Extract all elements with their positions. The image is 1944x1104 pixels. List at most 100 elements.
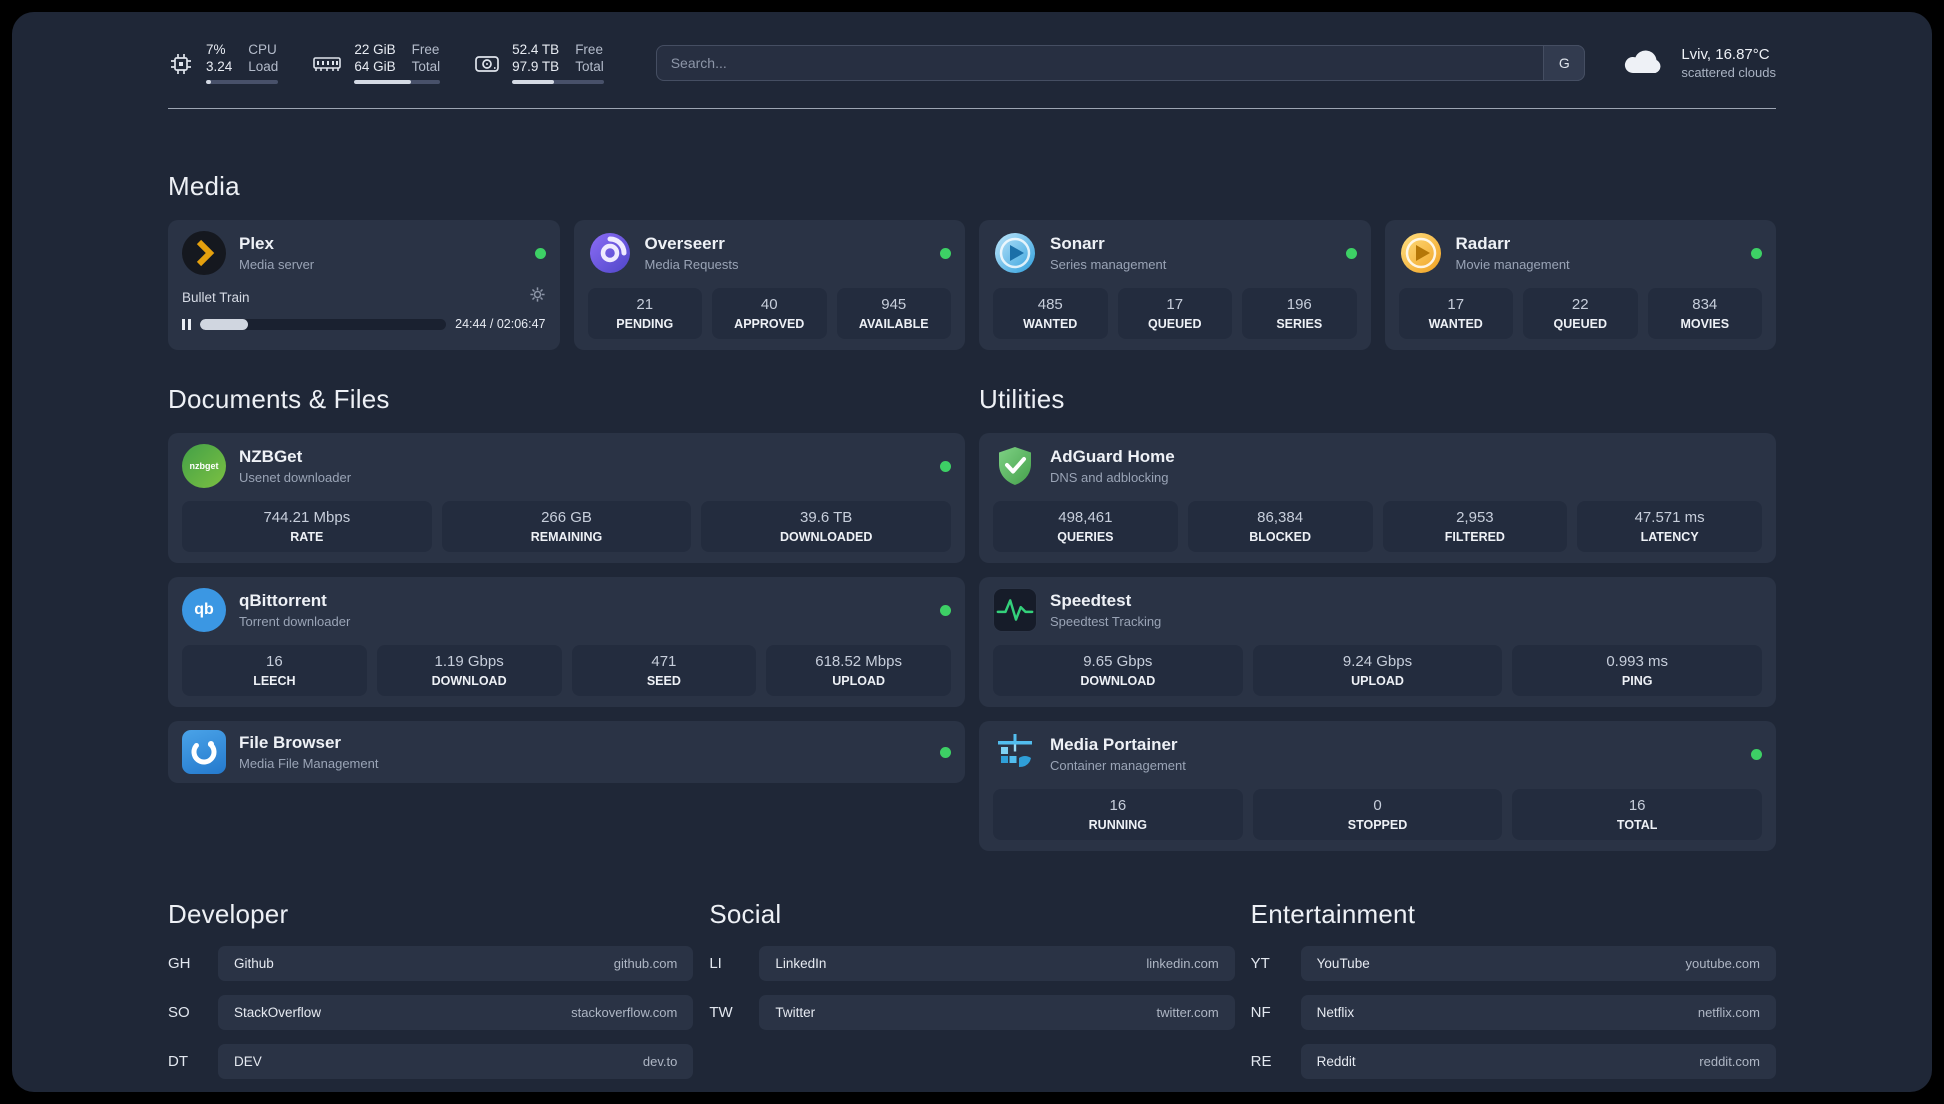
app-name: Media Portainer <box>1050 735 1178 754</box>
cpu-load: 3.24 <box>206 59 233 74</box>
stat-tile: 744.21 Mbps RATE <box>182 501 432 552</box>
bookmark-dev[interactable]: DEV dev.to <box>218 1044 694 1079</box>
section-title-developer: Developer <box>168 899 289 929</box>
app-card-overseerr[interactable]: Overseerr Media Requests 21 PENDING 40 APP… <box>573 220 965 350</box>
plex-icon <box>182 231 226 275</box>
memory-icon <box>312 42 342 84</box>
dashboard: 7% CPU 3.24 Load 22 GiB Free 64 GiB Tota… <box>12 12 1932 1092</box>
app-card-filebrowser[interactable]: File Browser Media File Management <box>168 721 965 783</box>
status-dot <box>940 604 951 616</box>
app-subtitle: Media Requests <box>644 257 739 272</box>
filebrowser-icon <box>182 730 226 774</box>
app-name: Plex <box>239 234 274 253</box>
bookmark-youtube[interactable]: YouTube youtube.com <box>1300 946 1776 981</box>
playback-progress <box>200 318 447 330</box>
bookmark-abbr: LI <box>709 955 722 972</box>
topbar: 7% CPU 3.24 Load 22 GiB Free 64 GiB Tota… <box>168 42 1776 84</box>
media-grid: Plex Media server Bullet Train 24:44 / 0… <box>168 220 1776 350</box>
bookmark-abbr: NF <box>1250 1004 1271 1021</box>
bookmark-abbr: GH <box>168 955 191 972</box>
stat-tile: 196 SERIES <box>1242 288 1357 339</box>
app-card-radarr[interactable]: Radarr Movie management 17 WANTED 22 QUEUE… <box>1384 220 1776 350</box>
radarr-icon <box>1399 231 1443 275</box>
stat-tile: 16 LEECH <box>182 645 367 696</box>
app-subtitle: Container management <box>1050 758 1186 773</box>
memory-total-label: Total <box>411 59 441 74</box>
app-subtitle: Speedtest Tracking <box>1050 614 1162 629</box>
search-provider-button[interactable]: G <box>1543 45 1586 81</box>
pause-icon[interactable] <box>182 318 191 330</box>
bookmark-netflix[interactable]: Netflix netflix.com <box>1300 995 1776 1030</box>
search-bar: G <box>655 45 1586 81</box>
bookmark-abbr: YT <box>1250 955 1270 972</box>
qbittorrent-icon: qb <box>182 588 226 632</box>
stat-tile: 945 AVAILABLE <box>836 288 951 339</box>
cpu-usage: 7% <box>206 42 226 57</box>
overseerr-icon <box>588 231 632 275</box>
now-playing-title: Bullet Train <box>182 289 250 305</box>
stat-tile: 471 SEED <box>571 645 757 696</box>
app-name: NZBGet <box>239 447 303 466</box>
app-card-portainer[interactable]: Media Portainer Container management 16 R… <box>979 721 1776 851</box>
app-card-qbittorrent[interactable]: qb qBittorrent Torrent downloader 16 LEEC… <box>168 577 965 707</box>
disk-free-label: Free <box>575 42 603 57</box>
bookmark-abbr: TW <box>709 1004 733 1021</box>
search-input[interactable] <box>655 45 1586 81</box>
stat-tile: 9.65 Gbps DOWNLOAD <box>993 645 1243 696</box>
memory-total: 64 GiB <box>354 59 396 74</box>
memory-bar <box>354 80 441 84</box>
status-dot <box>1345 247 1357 259</box>
status-dot <box>940 247 951 259</box>
bookmark-github[interactable]: Github github.com <box>218 946 694 981</box>
stat-tile: 17 WANTED <box>1398 288 1513 339</box>
memory-free-label: Free <box>411 42 440 57</box>
section-title-documents: Documents & Files <box>168 384 390 414</box>
stat-tile: 834 MOVIES <box>1647 288 1762 339</box>
bookmark-group-entertainment: Entertainment YT YouTube youtube.com NF N… <box>1251 899 1776 1079</box>
bookmark-linkedin[interactable]: LinkedIn linkedin.com <box>759 946 1235 981</box>
app-name: Radarr <box>1455 234 1511 253</box>
stat-tile: 9.24 Gbps UPLOAD <box>1252 645 1503 696</box>
bookmark-twitter[interactable]: Twitter twitter.com <box>759 995 1235 1030</box>
bookmark-row: SO StackOverflow stackoverflow.com <box>168 995 694 1030</box>
app-subtitle: Series management <box>1050 257 1167 272</box>
stat-tile: 1.19 Gbps DOWNLOAD <box>376 645 562 696</box>
status-dot <box>534 247 546 259</box>
stat-tile: 16 RUNNING <box>993 789 1243 840</box>
app-name: Speedtest <box>1050 591 1132 610</box>
app-card-sonarr[interactable]: Sonarr Series management 485 WANTED 17 QUE… <box>979 220 1371 350</box>
app-card-nzbget[interactable]: nzbget NZBGet Usenet downloader 744.21 M… <box>168 433 965 563</box>
topbar-divider <box>168 108 1776 109</box>
bookmark-abbr: RE <box>1250 1053 1272 1070</box>
app-name: Sonarr <box>1050 234 1105 253</box>
speedtest-icon <box>993 588 1037 632</box>
gear-icon[interactable] <box>529 286 546 308</box>
status-dot <box>1751 748 1762 760</box>
stat-tile: 21 PENDING <box>587 288 702 339</box>
app-subtitle: Torrent downloader <box>239 614 351 629</box>
bookmark-reddit[interactable]: Reddit reddit.com <box>1300 1044 1776 1079</box>
documents-column: Documents & Files nzbget NZBGet Usenet d… <box>168 384 965 851</box>
app-card-speedtest[interactable]: Speedtest Speedtest Tracking 9.65 Gbps DO… <box>979 577 1776 707</box>
app-subtitle: Usenet downloader <box>239 470 352 485</box>
app-name: AdGuard Home <box>1050 447 1175 466</box>
section-title-social: Social <box>709 899 782 929</box>
app-card-plex[interactable]: Plex Media server Bullet Train 24:44 / 0… <box>168 220 560 350</box>
stat-tile: 39.6 TB DOWNLOADED <box>701 501 952 552</box>
stat-tile: 86,384 BLOCKED <box>1187 501 1373 552</box>
disk-bar <box>512 80 604 84</box>
app-subtitle: DNS and adblocking <box>1050 470 1169 485</box>
status-dot <box>940 746 951 758</box>
bookmark-row: LI LinkedIn linkedin.com <box>709 946 1235 981</box>
status-dot <box>940 460 951 472</box>
stat-tile: 266 GB REMAINING <box>441 501 692 552</box>
stat-tile: 16 TOTAL <box>1512 789 1763 840</box>
app-card-adguard[interactable]: AdGuard Home DNS and adblocking 498,461 Q… <box>979 433 1776 563</box>
bookmark-stackoverflow[interactable]: StackOverflow stackoverflow.com <box>218 995 694 1030</box>
stat-tile: 17 QUEUED <box>1117 288 1232 339</box>
adguard-icon <box>993 444 1037 488</box>
stat-tile: 22 QUEUED <box>1523 288 1638 339</box>
playback-time: 24:44 / 02:06:47 <box>455 317 546 331</box>
bookmark-row: NF Netflix netflix.com <box>1251 995 1776 1030</box>
section-title-media: Media <box>168 171 240 201</box>
